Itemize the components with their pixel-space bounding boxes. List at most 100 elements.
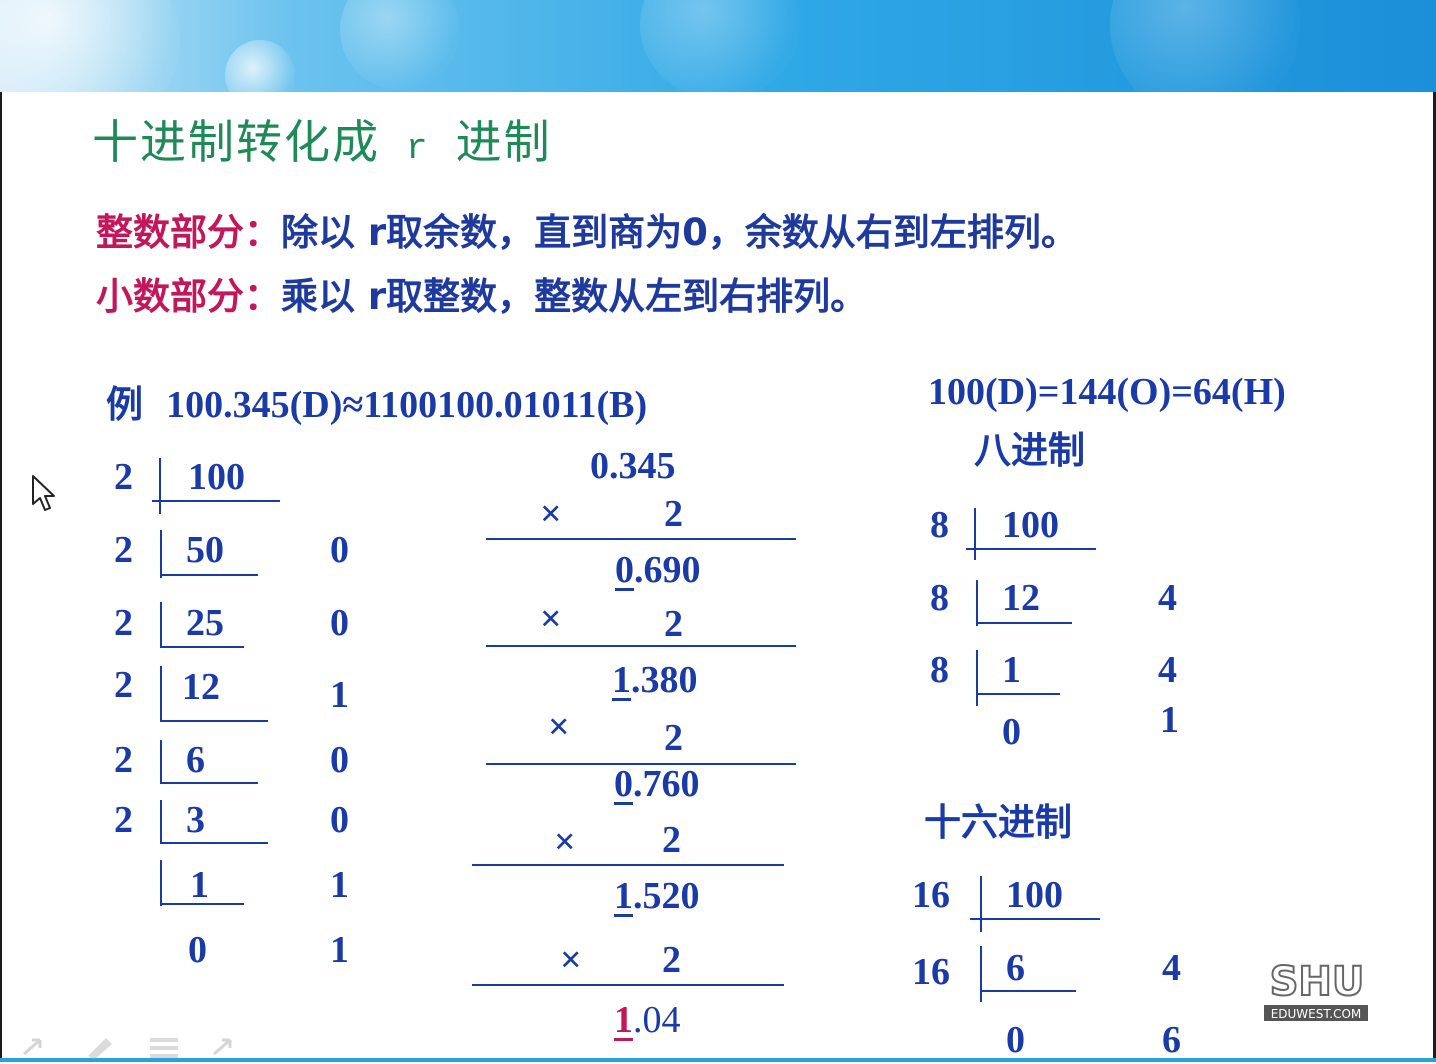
slide-border-left [0,92,2,1062]
rule-integer: 整数部分：除以 r取余数，直到商为0，余数从右到左排列。 [96,202,1078,256]
hex-divisor: 16 [912,874,950,916]
octal-remainder: 1 [1160,699,1179,741]
octal-quotient: 0 [1002,711,1021,753]
header-banner [0,0,1436,92]
product-frac: .690 [634,549,701,591]
division-bar [160,530,162,578]
product-frac: .380 [631,659,698,701]
division-rule [970,918,1100,920]
division-rule [160,842,268,844]
division-rule [976,693,1060,695]
multiplier: 2 [664,493,683,535]
product-frac: .760 [633,763,700,805]
binary-divisor: 2 [114,739,133,781]
multiply-sign: × [560,939,582,981]
division-bar [160,860,162,906]
division-rule [160,574,258,576]
division-rule [966,548,1096,550]
binary-quotient: 6 [186,739,205,781]
division-rule [152,500,280,502]
hex-remainder: 6 [1162,1019,1181,1061]
octal-divisor: 8 [930,504,949,546]
division-bar [160,602,162,648]
hex-heading: 十六进制 [924,801,1072,844]
product-rule [472,984,784,986]
binary-divisor: 2 [114,664,133,706]
product-result: 1.380 [612,658,698,702]
binary-remainder: 1 [330,674,349,716]
division-rule [976,622,1072,624]
octal-quotient: 12 [1002,577,1040,619]
division-rule [160,903,244,905]
binary-quotient: 3 [186,799,205,841]
octal-quotient: 100 [1002,504,1059,546]
division-rule [160,782,258,784]
title-suffix: 进制 [455,115,552,169]
arrow-icon [213,1038,232,1056]
binary-remainder: 1 [330,929,349,971]
product-rule [486,645,796,647]
rule-fraction: 小数部分：乘以 r取整数，整数从左到右排列。 [96,266,867,320]
example-prefix: 例 [106,383,143,426]
product-frac: .04 [633,999,681,1041]
binary-remainder: 0 [330,799,349,841]
binary-quotient: 0 [188,929,207,971]
binary-remainder: 0 [330,529,349,571]
octal-remainder: 4 [1158,649,1177,691]
octal-heading: 八进制 [974,429,1085,472]
binary-remainder: 0 [330,602,349,644]
rule-fraction-label: 小数部分： [96,275,281,318]
product-result: 0.690 [615,548,701,592]
binary-divisor: 2 [114,799,133,841]
product-result: 1.04 [614,998,681,1042]
multiply-sign: × [540,493,562,535]
conversion-line: 100(D)=144(O)=64(H) [928,371,1286,413]
product-int-digit: 1 [612,659,631,701]
binary-remainder: 1 [330,864,349,906]
division-rule [160,720,268,722]
hex-divisor: 16 [912,951,950,993]
hex-quotient: 6 [1006,947,1025,989]
octal-divisor: 8 [930,577,949,619]
logo-mark: SHU [1270,959,1365,1005]
eduwest-logo: SHU EDUWEST.COM [1262,955,1372,1029]
example-expr-right: 1100100.01011(B) [363,384,648,426]
binary-divisor: 2 [114,529,133,571]
division-bar [976,650,978,706]
pen-icon [88,1038,112,1060]
division-bar [974,508,976,560]
division-bar [976,580,978,626]
example-approx: ≈ [342,384,364,426]
product-frac: .520 [633,875,700,917]
multiply-sign: × [554,821,576,863]
logo-site: EDUWEST.COM [1271,1007,1362,1021]
rule-fraction-text: 乘以 r取整数，整数从左到右排列。 [281,275,868,318]
product-rule [472,864,784,866]
rule-integer-label: 整数部分： [96,211,281,254]
product-int-digit: 1 [614,999,633,1041]
multiplier: 2 [664,717,683,759]
multiplier: 2 [662,819,681,861]
multiply-sign: × [540,598,562,640]
cursor-arrow-icon [30,474,58,518]
rule-integer-text: 除以 r取余数，直到商为0，余数从右到左排列。 [281,211,1078,254]
menu-icon [150,1038,178,1058]
binary-quotient: 1 [190,864,209,906]
title-r: r [406,128,430,169]
octal-divisor: 8 [930,649,949,691]
binary-quotient: 12 [182,666,220,708]
octal-quotient: 1 [1002,649,1021,691]
division-rule [980,990,1076,992]
product-int-digit: 0 [614,763,633,805]
product-result: 0.760 [614,762,700,806]
binary-divisor: 2 [114,602,133,644]
product-int-digit: 1 [614,875,633,917]
title-prefix: 十进制转化成 [92,115,380,169]
example-expr-left: 100.345(D) [166,384,343,426]
product-int-digit: 0 [615,549,634,591]
product-rule [486,538,796,540]
division-bar [980,876,982,932]
binary-quotient: 100 [188,456,245,498]
multiplier: 2 [664,603,683,645]
arrow-icon [23,1038,42,1056]
